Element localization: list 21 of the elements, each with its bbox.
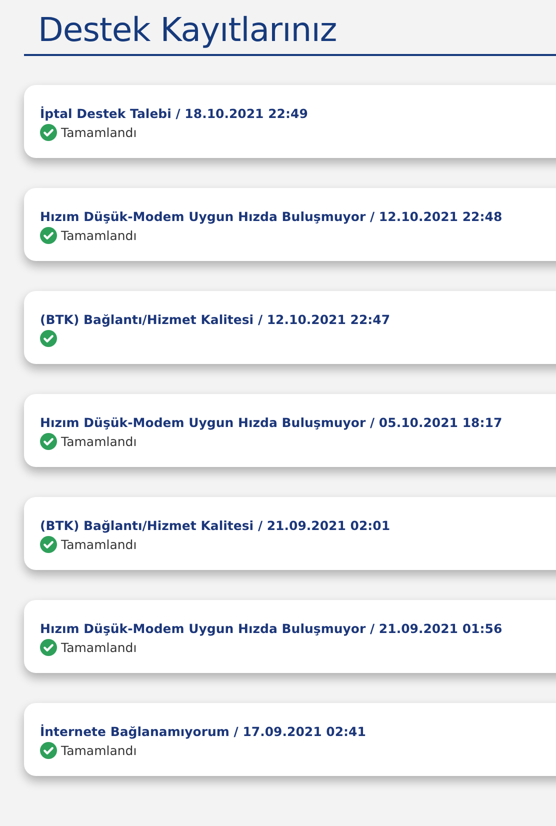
ticket-card[interactable]: Hızım Düşük-Modem Uygun Hızda Buluşmuyor / 21.09.2021 01:56 Tamamlandı: [24, 600, 556, 673]
ticket-title: İnternete Bağlanamıyorum / 17.09.2021 02:41: [40, 724, 367, 738]
ticket-card[interactable]: Hızım Düşük-Modem Uygun Hızda Buluşmuyor / 05.10.2021 18:17 Tamamlandı: [24, 394, 556, 467]
status-label: Tamamlandı: [61, 434, 137, 448]
ticket-title: İptal Destek Talebi / 18.10.2021 22:49: [40, 106, 309, 120]
ticket-title: (BTK) Bağlantı/Hizmet Kalitesi / 21.09.2021 02:01: [40, 518, 392, 532]
ticket-title: Hızım Düşük-Modem Uygun Hızda Buluşmuyor / 21.09.2021 01:56: [40, 620, 504, 636]
page-title: Destek Kayıtlarınız: [37, 9, 338, 51]
ticket-title: Hızım Düşük-Modem Uygun Hızda Buluşmuyor / 12.10.2021 22:48: [40, 208, 504, 224]
status-label: Tamamlandı: [61, 536, 137, 552]
ticket-card[interactable]: İptal Destek Talebi / 18.10.2021 22:49 Tamamlandı: [24, 85, 556, 158]
ticket-title: (BTK) Bağlantı/Hizmet Kalitesi / 12.10.2021 22:47: [40, 312, 392, 326]
ticket-title: Hızım Düşük-Modem Uygun Hızda Buluşmuyor / 05.10.2021 18:17: [40, 414, 504, 430]
status-label: Tamamlandı: [61, 124, 137, 140]
ticket-card[interactable]: (BTK) Bağlantı/Hizmet Kalitesi / 21.09.2021 02:01 Tamamlandı: [24, 497, 556, 570]
status-label: Tamamlandı: [61, 640, 137, 654]
ticket-card[interactable]: İnternete Bağlanamıyorum / 17.09.2021 02:41 Tamamlandı: [24, 703, 556, 776]
ticket-card[interactable]: (BTK) Bağlantı/Hizmet Kalitesi / 12.10.2021 22:47: [24, 291, 556, 364]
ticket-card[interactable]: Hızım Düşük-Modem Uygun Hızda Buluşmuyor / 12.10.2021 22:48 Tamamlandı: [24, 188, 556, 261]
status-label: Tamamlandı: [61, 228, 137, 242]
status-label: Tamamlandı: [61, 742, 137, 758]
